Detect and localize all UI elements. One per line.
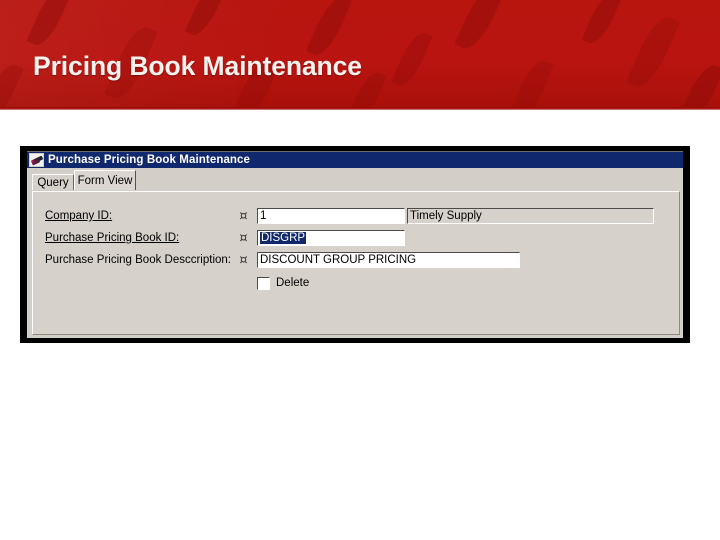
label-company-id: Company ID: xyxy=(45,210,113,222)
tab-strip: Query Form View xyxy=(27,168,683,190)
selected-text: DISGRP xyxy=(260,232,307,244)
page-title: Pricing Book Maintenance xyxy=(33,51,362,81)
window-inner-frame: Purchase Pricing Book Maintenance Query … xyxy=(27,151,683,338)
input-pricing-book-description[interactable]: DISCOUNT GROUP PRICING xyxy=(257,252,520,268)
key-field-icon: ¤ xyxy=(239,252,248,268)
pen-nib-icon xyxy=(29,153,44,167)
input-pricing-book-id[interactable]: DISGRP xyxy=(257,230,405,246)
form-row-delete: Delete xyxy=(257,274,309,292)
slide-header-banner: Pricing Book Maintenance xyxy=(0,0,720,110)
display-company-name: Timely Supply xyxy=(407,208,654,224)
key-field-icon: ¤ xyxy=(239,230,248,246)
label-delete: Delete xyxy=(276,277,310,289)
banner-bottom-edge xyxy=(0,107,720,110)
input-company-id[interactable]: 1 xyxy=(257,208,405,224)
key-field-icon: ¤ xyxy=(239,208,248,224)
label-pricing-book-description: Purchase Pricing Book Desccription: xyxy=(45,254,231,266)
window-titlebar: Purchase Pricing Book Maintenance xyxy=(27,151,683,168)
tab-form-view[interactable]: Form View xyxy=(74,170,136,190)
window-title: Purchase Pricing Book Maintenance xyxy=(48,154,251,166)
checkbox-delete[interactable] xyxy=(257,276,270,290)
label-pricing-book-id: Purchase Pricing Book ID: xyxy=(45,232,180,244)
tab-query[interactable]: Query xyxy=(32,174,74,190)
application-window: Purchase Pricing Book Maintenance Query … xyxy=(20,146,690,343)
form-client-area: Company ID: ¤ 1 Timely Supply Purchase P… xyxy=(32,191,680,335)
